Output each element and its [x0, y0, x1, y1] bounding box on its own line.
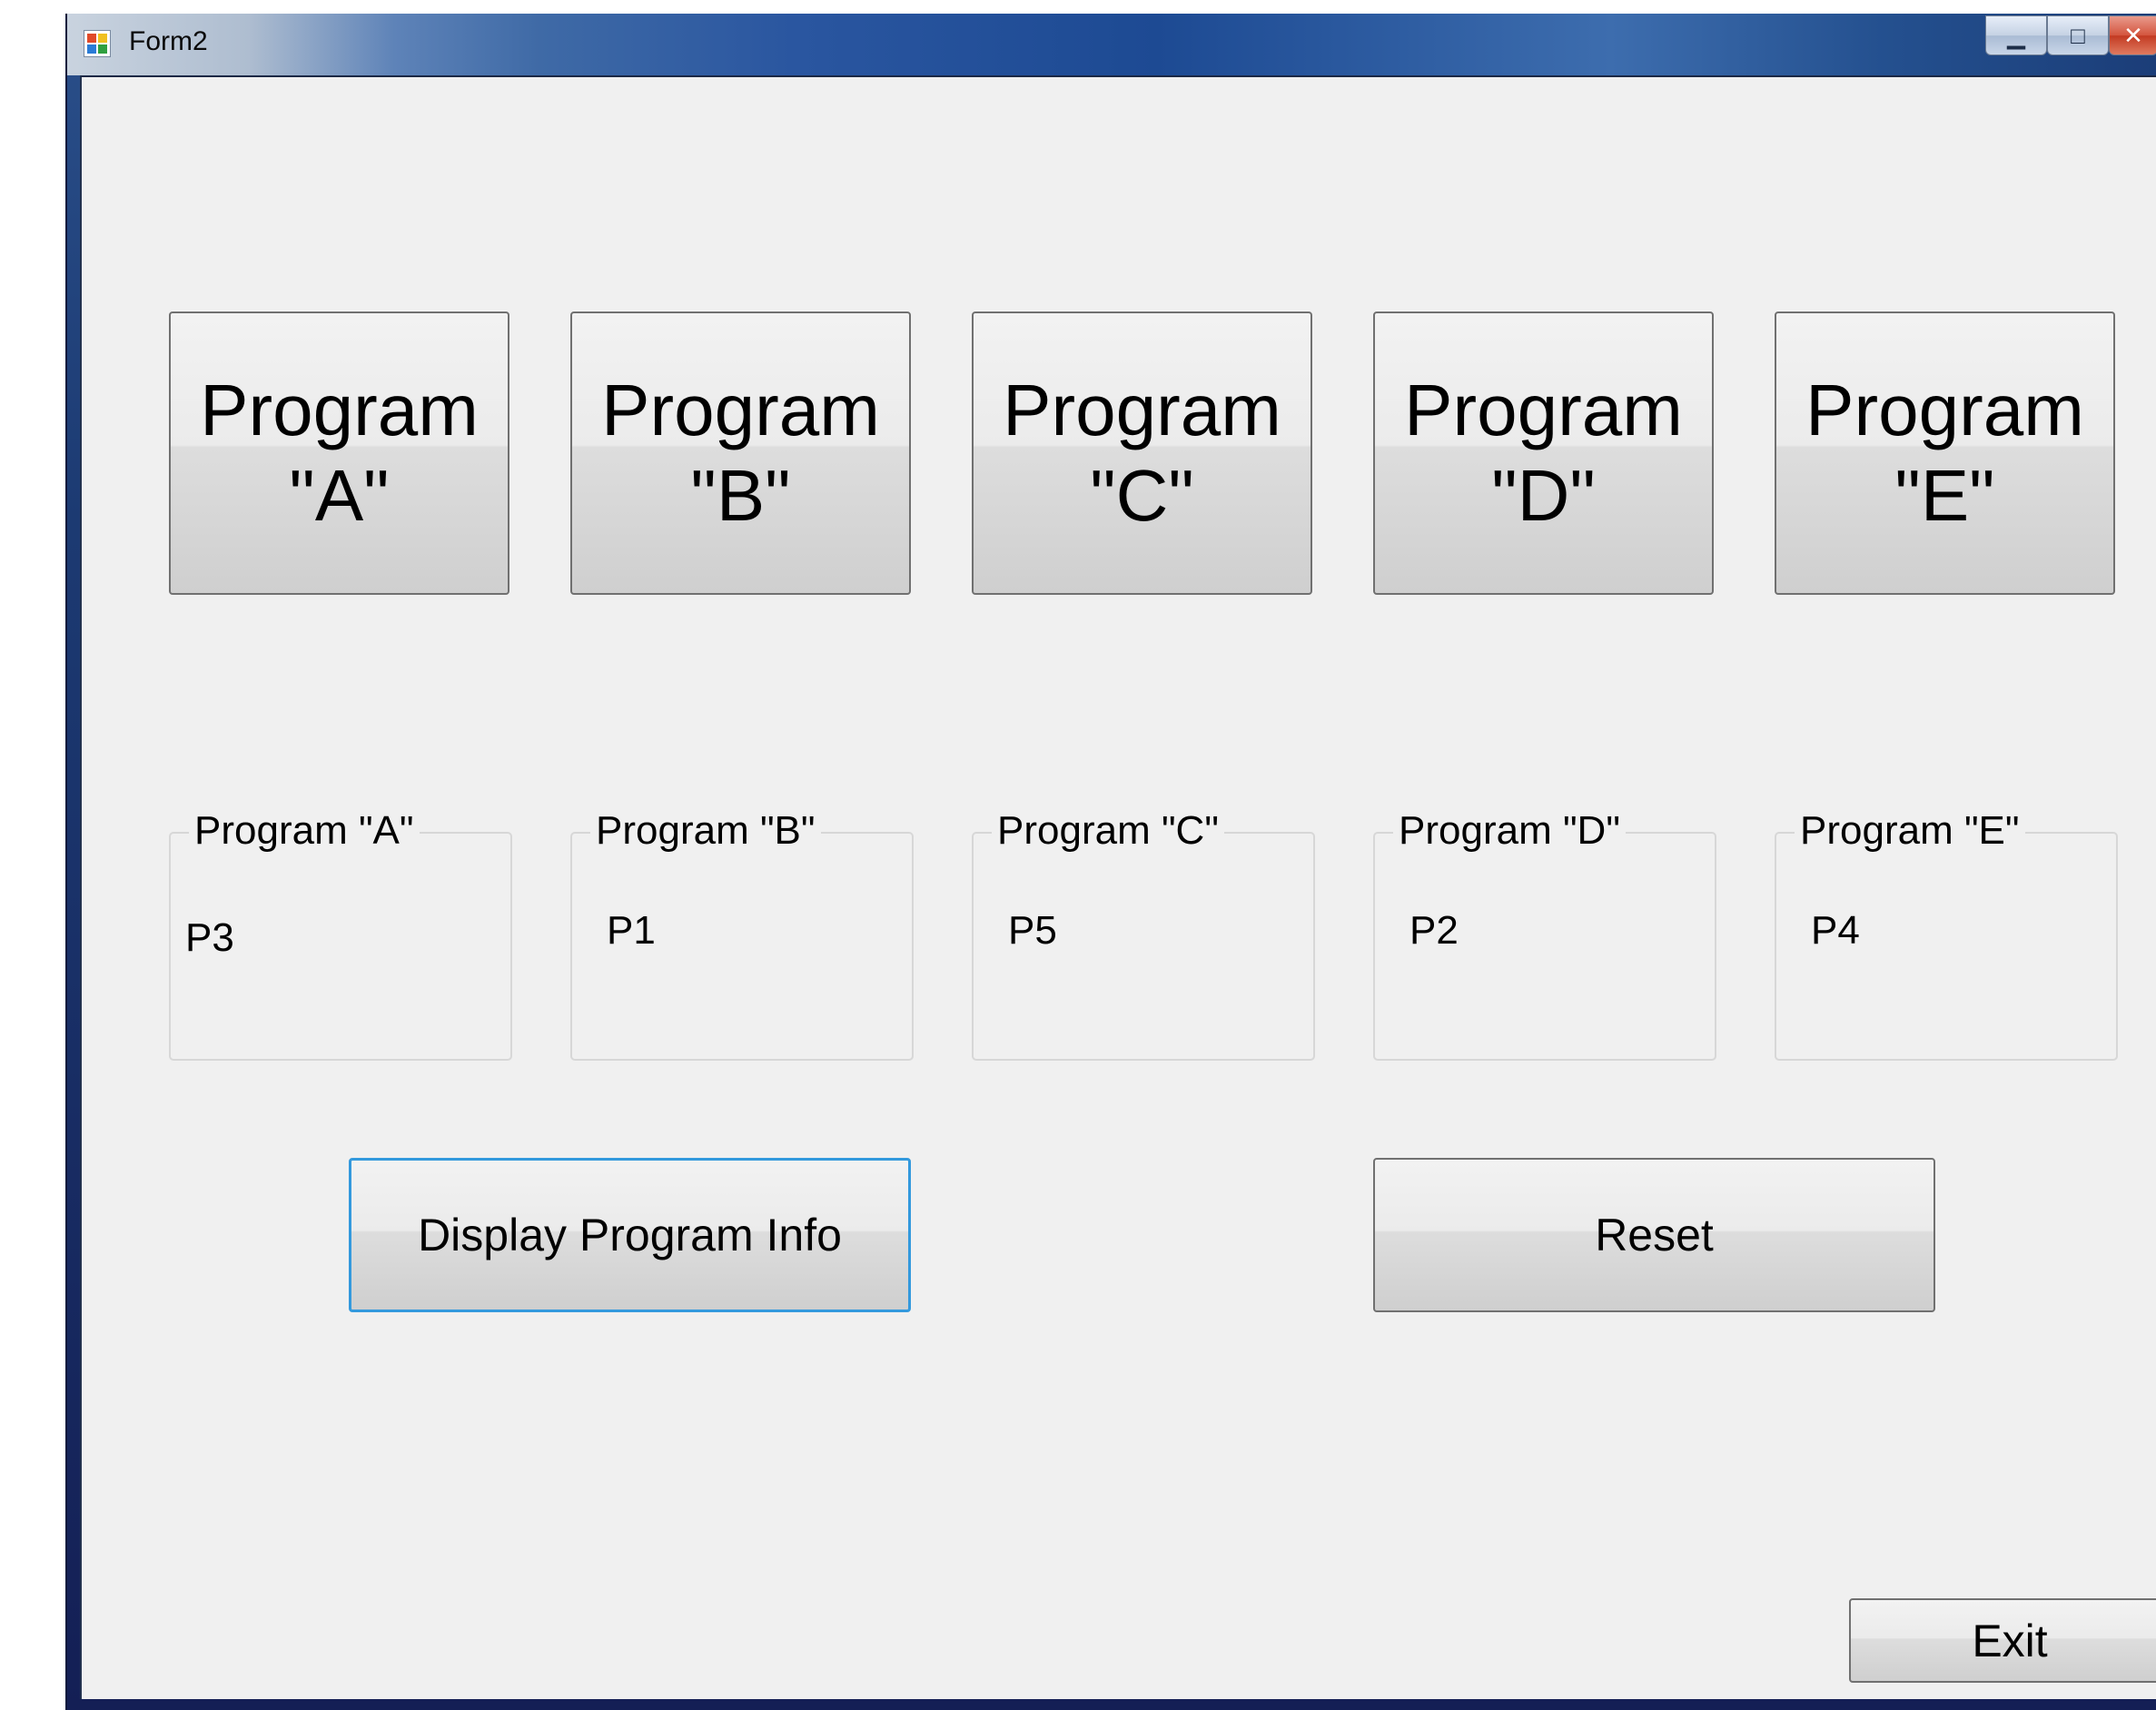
program-d-button-line2: "D" — [1491, 455, 1596, 536]
program-b-group-label: Program "B" — [590, 808, 821, 854]
program-d-group-label: Program "D" — [1393, 808, 1626, 854]
program-d-value: P2 — [1409, 908, 1459, 953]
program-d-button[interactable]: Program "D" — [1373, 311, 1714, 595]
display-program-info-button[interactable]: Display Program Info — [349, 1158, 911, 1312]
minimize-icon[interactable]: ▁ — [1985, 15, 2047, 55]
form2-window: Form2 ▁ □ ✕ Program "A" Program "B" Prog… — [65, 14, 2156, 1710]
program-c-button-line1: Program — [1003, 370, 1281, 450]
program-b-button[interactable]: Program "B" — [570, 311, 911, 595]
program-b-button-line2: "B" — [690, 455, 791, 536]
reset-button[interactable]: Reset — [1373, 1158, 1935, 1312]
close-icon[interactable]: ✕ — [2109, 15, 2156, 55]
program-e-button-line1: Program — [1805, 370, 2084, 450]
program-d-button-line1: Program — [1404, 370, 1683, 450]
program-d-groupbox: Program "D" P2 — [1373, 808, 1716, 1061]
program-e-value: P4 — [1811, 908, 1860, 953]
program-e-button-line2: "E" — [1894, 455, 1995, 536]
maximize-icon[interactable]: □ — [2047, 15, 2109, 55]
program-a-groupbox: Program "A" P3 — [169, 808, 512, 1061]
title-bar[interactable]: Form2 ▁ □ ✕ — [67, 14, 2156, 75]
program-a-group-label: Program "A" — [189, 808, 420, 854]
program-c-button[interactable]: Program "C" — [972, 311, 1312, 595]
program-a-value: P3 — [185, 915, 234, 960]
exit-button[interactable]: Exit — [1849, 1598, 2156, 1683]
program-c-button-line2: "C" — [1090, 455, 1194, 536]
program-e-button[interactable]: Program "E" — [1775, 311, 2115, 595]
program-c-groupbox: Program "C" P5 — [972, 808, 1315, 1061]
window-title: Form2 — [129, 26, 208, 56]
program-a-button-line1: Program — [200, 370, 479, 450]
program-a-button-line2: "A" — [289, 455, 390, 536]
program-b-groupbox: Program "B" P1 — [570, 808, 914, 1061]
program-e-groupbox: Program "E" P4 — [1775, 808, 2118, 1061]
app-icon[interactable] — [84, 30, 111, 57]
program-c-value: P5 — [1008, 908, 1057, 953]
program-b-value: P1 — [607, 908, 656, 953]
window-controls: ▁ □ ✕ — [1985, 15, 2156, 55]
program-e-group-label: Program "E" — [1795, 808, 2025, 854]
program-c-group-label: Program "C" — [992, 808, 1224, 854]
form-client-area: Program "A" Program "B" Program "C" Prog… — [80, 75, 2156, 1699]
program-a-button[interactable]: Program "A" — [169, 311, 509, 595]
program-b-button-line1: Program — [601, 370, 880, 450]
